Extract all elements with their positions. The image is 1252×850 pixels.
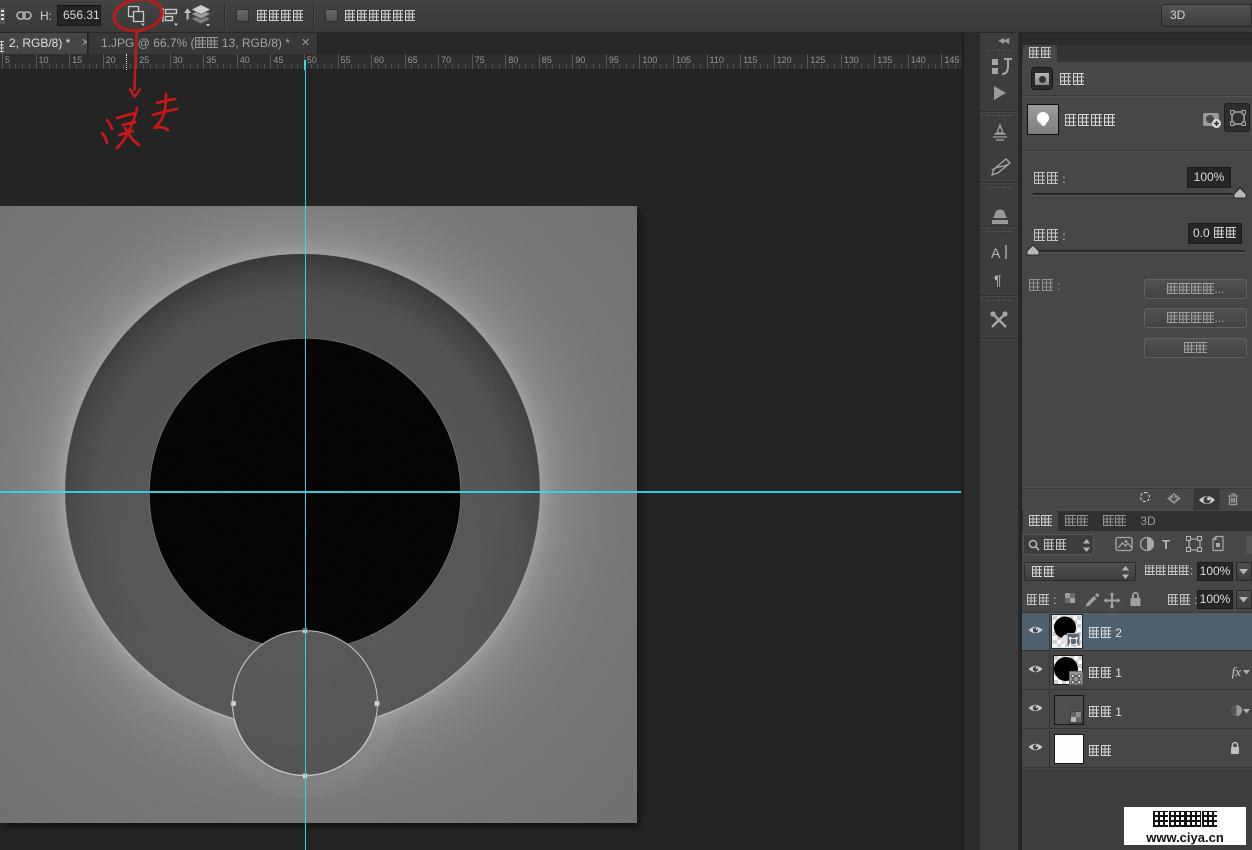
svg-text:T: T — [1162, 537, 1170, 552]
svg-text:¶: ¶ — [994, 272, 1002, 288]
svg-text:A: A — [991, 245, 1001, 261]
